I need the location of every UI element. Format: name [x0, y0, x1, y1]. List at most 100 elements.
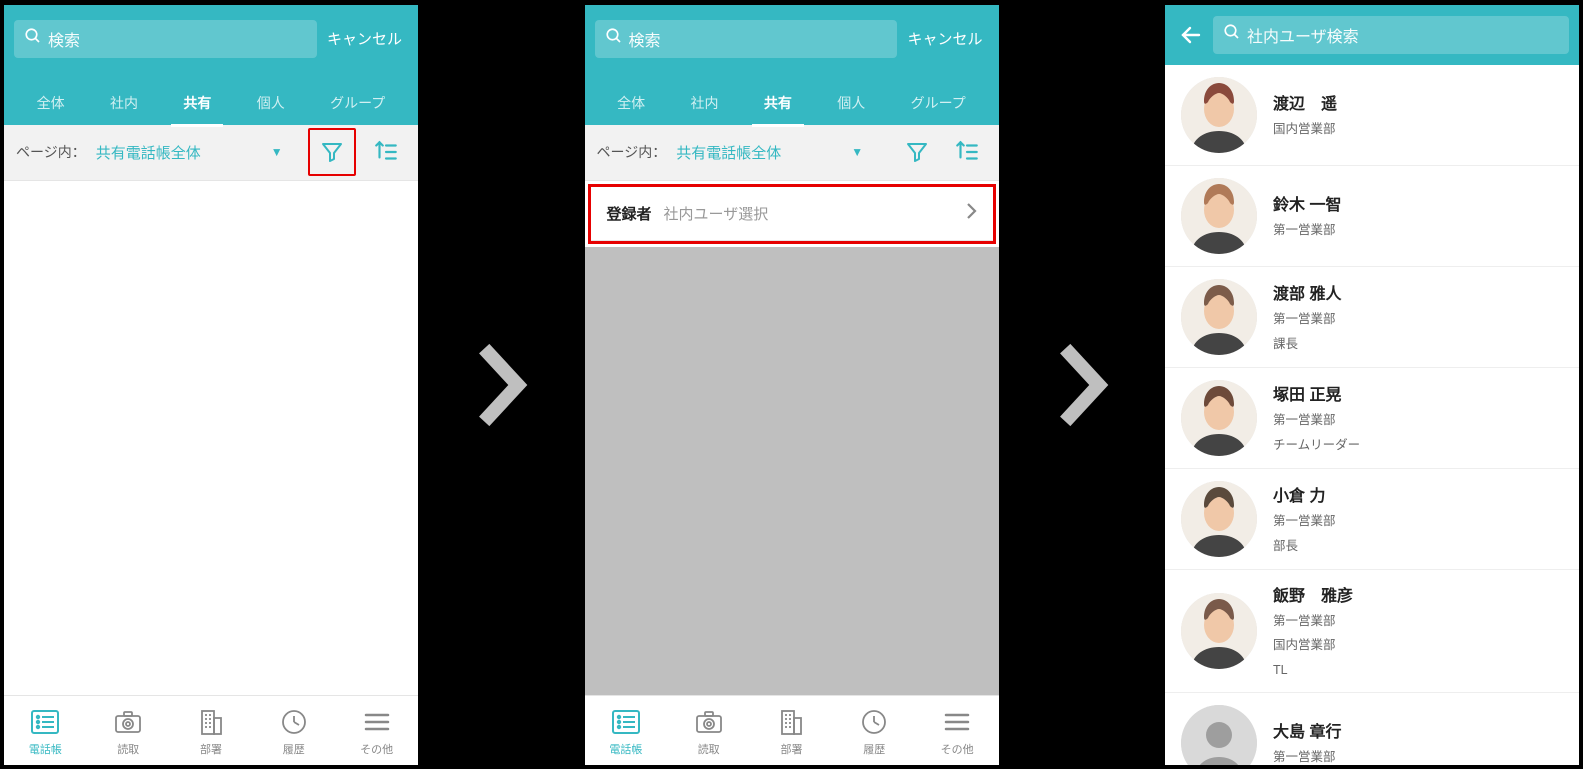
directory-dropdown[interactable]: 共有電話帳全体 ▼: [96, 142, 298, 163]
tab-bar: 電話帳 読取 部署 履歴 その他: [585, 695, 999, 765]
sort-button[interactable]: [366, 132, 406, 172]
user-list[interactable]: 渡辺 遥国内営業部鈴木 一智第一営業部渡部 雅人第一営業部課長塚田 正晃第一営業…: [1165, 65, 1579, 765]
avatar: [1181, 380, 1257, 456]
user-dept: 第一営業部: [1273, 612, 1353, 631]
tabbar-other[interactable]: その他: [342, 707, 412, 757]
user-info: 鈴木 一智第一営業部: [1273, 191, 1341, 240]
tabbar-dept[interactable]: 部署: [756, 707, 826, 757]
tabbar-phonebook[interactable]: 電話帳: [591, 707, 661, 757]
clock-icon: [280, 707, 308, 737]
tab-personal[interactable]: 個人: [831, 79, 871, 125]
header: 検索 キャンセル 全体 社内 共有 個人 グループ: [585, 5, 999, 125]
user-dept: 第一営業部: [1273, 310, 1341, 329]
registrar-placeholder: 社内ユーザ選択: [664, 203, 953, 224]
avatar: [1181, 481, 1257, 557]
menu-icon: [364, 707, 390, 737]
tabbar-scan[interactable]: 読取: [93, 707, 163, 757]
search-icon: [605, 27, 623, 50]
clock-icon: [860, 707, 888, 737]
filter-button[interactable]: [897, 132, 937, 172]
tabbar-label: 履歴: [283, 741, 305, 757]
empty-body: [4, 181, 418, 695]
registrar-highlight: 登録者 社内ユーザ選択: [588, 184, 996, 244]
tab-personal[interactable]: 個人: [251, 79, 291, 125]
building-icon: [198, 707, 224, 737]
user-info: 渡部 雅人第一営業部課長: [1273, 280, 1341, 354]
user-row[interactable]: 小倉 力第一営業部部長: [1165, 469, 1579, 570]
screen-3: 社内ユーザ検索 渡辺 遥国内営業部鈴木 一智第一営業部渡部 雅人第一営業部課長塚…: [1165, 5, 1579, 765]
category-tabs: 全体 社内 共有 個人 グループ: [595, 79, 989, 125]
cancel-button[interactable]: キャンセル: [905, 28, 988, 49]
tabbar-history[interactable]: 履歴: [259, 707, 329, 757]
tabbar-label: 部署: [200, 741, 222, 757]
tab-all[interactable]: 全体: [611, 79, 651, 125]
search-input[interactable]: 検索: [595, 20, 898, 58]
search-input[interactable]: 検索: [14, 20, 317, 58]
avatar: [1181, 279, 1257, 355]
page-label: ページ内：: [16, 142, 86, 162]
user-dept: 第一営業部: [1273, 221, 1341, 240]
tab-internal[interactable]: 社内: [685, 79, 725, 125]
category-tabs: 全体 社内 共有 個人 グループ: [14, 79, 408, 125]
user-name: 渡部 雅人: [1273, 280, 1341, 304]
user-search-input[interactable]: 社内ユーザ検索: [1213, 16, 1569, 54]
filter-button[interactable]: [312, 132, 352, 172]
tab-group[interactable]: グループ: [324, 79, 391, 125]
cancel-button[interactable]: キャンセル: [325, 28, 408, 49]
user-dept: 国内営業部: [1273, 120, 1337, 139]
tabbar-other[interactable]: その他: [922, 707, 992, 757]
search-placeholder: 社内ユーザ検索: [1247, 23, 1359, 47]
chevron-right-icon: [965, 202, 977, 225]
user-dept: チームリーダー: [1273, 436, 1360, 455]
user-dept: 課長: [1273, 335, 1341, 354]
user-row[interactable]: 塚田 正晃第一営業部チームリーダー: [1165, 368, 1579, 469]
camera-icon: [694, 707, 724, 737]
avatar: [1181, 77, 1257, 153]
user-dept: 第一営業部: [1273, 411, 1360, 430]
tab-group[interactable]: グループ: [905, 79, 972, 125]
search-icon: [1223, 23, 1241, 46]
tabbar-phonebook[interactable]: 電話帳: [10, 707, 80, 757]
tab-shared[interactable]: 共有: [758, 79, 798, 125]
filter-bar: ページ内： 共有電話帳全体 ▼: [4, 125, 418, 181]
dropdown-value: 共有電話帳全体: [96, 142, 201, 163]
caret-down-icon: ▼: [271, 145, 283, 159]
tabbar-label: その他: [941, 741, 974, 757]
user-row[interactable]: 渡部 雅人第一営業部課長: [1165, 267, 1579, 368]
user-row[interactable]: 渡辺 遥国内営業部: [1165, 65, 1579, 166]
user-dept: 部長: [1273, 537, 1336, 556]
user-row[interactable]: 大島 章行第一営業部: [1165, 693, 1579, 765]
user-row[interactable]: 鈴木 一智第一営業部: [1165, 166, 1579, 267]
avatar: [1181, 178, 1257, 254]
avatar: [1181, 705, 1257, 765]
tab-internal[interactable]: 社内: [104, 79, 144, 125]
building-icon: [778, 707, 804, 737]
tabbar-label: その他: [360, 741, 393, 757]
tabbar-history[interactable]: 履歴: [839, 707, 909, 757]
directory-dropdown[interactable]: 共有電話帳全体 ▼: [676, 142, 886, 163]
sort-button[interactable]: [947, 132, 987, 172]
list-icon: [30, 707, 60, 737]
user-name: 飯野 雅彦: [1273, 582, 1353, 606]
filter-highlight: [308, 128, 356, 176]
grey-body: [585, 247, 999, 695]
registrar-label: 登録者: [607, 203, 652, 224]
registrar-select-row[interactable]: 登録者 社内ユーザ選択: [591, 187, 993, 241]
header: 検索 キャンセル 全体 社内 共有 個人 グループ: [4, 5, 418, 125]
tab-shared[interactable]: 共有: [177, 79, 217, 125]
tab-bar: 電話帳 読取 部署 履歴 その他: [4, 695, 418, 765]
back-button[interactable]: [1175, 19, 1207, 51]
user-name: 塚田 正晃: [1273, 381, 1360, 405]
user-row[interactable]: 飯野 雅彦第一営業部国内営業部TL: [1165, 570, 1579, 693]
flow-arrow-1: [418, 5, 585, 765]
header: 社内ユーザ検索: [1165, 5, 1579, 65]
tabbar-dept[interactable]: 部署: [176, 707, 246, 757]
tab-all[interactable]: 全体: [31, 79, 71, 125]
page-label: ページ内：: [597, 142, 667, 162]
search-row: 検索 キャンセル: [14, 17, 408, 61]
list-icon: [611, 707, 641, 737]
tabbar-scan[interactable]: 読取: [674, 707, 744, 757]
tabbar-label: 履歴: [863, 741, 885, 757]
search-icon: [24, 27, 42, 50]
tabbar-label: 電話帳: [29, 741, 62, 757]
